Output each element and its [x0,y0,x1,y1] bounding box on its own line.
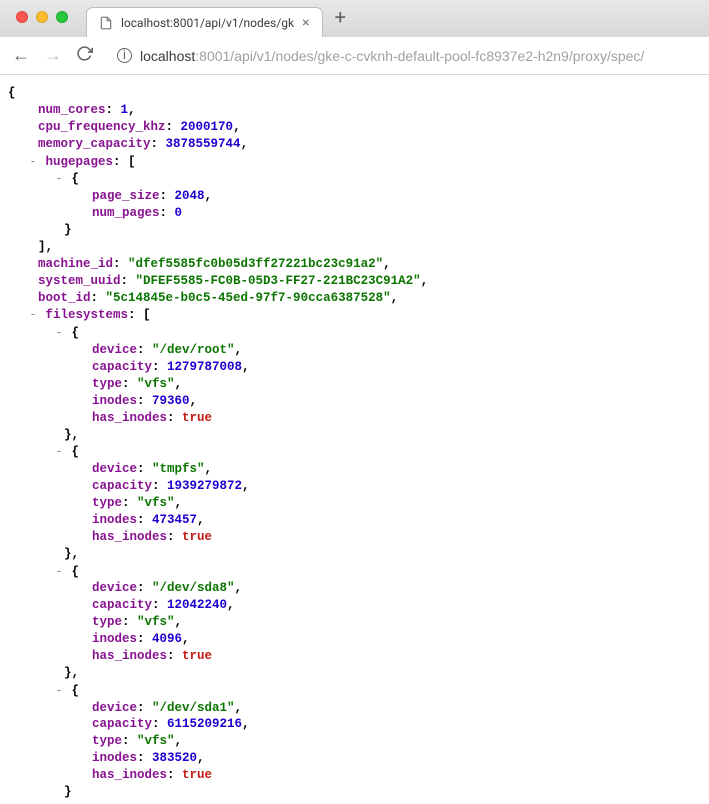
json-row: system_uuid: "DFEF5585-FC0B-05D3-FF27-22… [8,273,701,290]
collapse-toggle[interactable]: - [54,324,64,341]
collapse-toggle[interactable]: - [54,443,64,460]
json-row: page_size: 2048, [8,188,701,205]
json-row: has_inodes: true [8,410,701,427]
collapse-toggle[interactable]: - [54,563,64,580]
collapse-toggle[interactable]: - [54,682,64,699]
json-row: - { [8,443,701,461]
json-row: - { [8,563,701,581]
json-row: capacity: 6115209216, [8,716,701,733]
collapse-toggle[interactable]: - [54,170,64,187]
json-row: - { [8,324,701,342]
url-text: localhost:8001/api/v1/nodes/gke-c-cvknh-… [140,48,644,64]
json-row: device: "tmpfs", [8,461,701,478]
file-icon [99,16,113,30]
collapse-toggle[interactable]: - [28,153,38,170]
json-row: type: "vfs", [8,733,701,750]
json-brace: { [8,85,701,102]
json-row: has_inodes: true [8,529,701,546]
close-window-button[interactable] [16,11,28,23]
json-row: inodes: 473457, [8,512,701,529]
json-row: machine_id: "dfef5585fc0b05d3ff27221bc23… [8,256,701,273]
tab-strip: localhost:8001/api/v1/nodes/gk × + [0,0,709,37]
json-brace: }, [8,546,701,563]
json-brace: } [8,784,701,801]
site-info-icon[interactable]: i [117,48,132,63]
new-tab-button[interactable]: + [323,7,358,27]
json-row: cpu_frequency_khz: 2000170, [8,119,701,136]
json-row: has_inodes: true [8,648,701,665]
json-row: inodes: 383520, [8,750,701,767]
json-row: capacity: 12042240, [8,597,701,614]
back-button[interactable]: ← [12,45,30,66]
json-row: - filesystems: [ [8,306,701,324]
forward-button[interactable]: → [44,45,62,66]
json-row: boot_id: "5c14845e-b0c5-45ed-97f7-90cca6… [8,290,701,307]
json-row: inodes: 4096, [8,631,701,648]
maximize-window-button[interactable] [56,11,68,23]
json-row: type: "vfs", [8,495,701,512]
close-tab-button[interactable]: × [302,16,309,30]
collapse-toggle[interactable]: - [28,306,38,323]
minimize-window-button[interactable] [36,11,48,23]
json-row: - { [8,170,701,188]
json-brace: ], [8,239,701,256]
tab-title: localhost:8001/api/v1/nodes/gk [121,16,294,30]
json-row: memory_capacity: 3878559744, [8,136,701,153]
json-row: type: "vfs", [8,614,701,631]
json-row: device: "/dev/sda1", [8,700,701,717]
json-row: num_cores: 1, [8,102,701,119]
json-row: device: "/dev/sda8", [8,580,701,597]
json-row: num_pages: 0 [8,205,701,222]
browser-tab[interactable]: localhost:8001/api/v1/nodes/gk × [86,7,323,37]
json-brace: }, [8,427,701,444]
json-row: capacity: 1939279872, [8,478,701,495]
browser-toolbar: ← → i localhost:8001/api/v1/nodes/gke-c-… [0,37,709,75]
json-row: device: "/dev/root", [8,342,701,359]
json-viewer: { num_cores: 1, cpu_frequency_khz: 20001… [0,75,709,804]
json-row: - hugepages: [ [8,153,701,171]
json-row: capacity: 1279787008, [8,359,701,376]
json-row: has_inodes: true [8,767,701,784]
json-brace: } [8,222,701,239]
reload-button[interactable] [76,45,93,66]
json-row: - { [8,682,701,700]
json-row: type: "vfs", [8,376,701,393]
json-row: inodes: 79360, [8,393,701,410]
address-bar[interactable]: i localhost:8001/api/v1/nodes/gke-c-cvkn… [107,42,697,70]
window-controls [8,11,76,23]
json-brace: }, [8,665,701,682]
